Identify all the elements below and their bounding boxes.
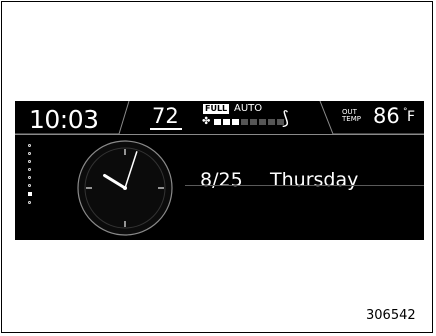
temperature-unit: F xyxy=(407,109,416,125)
page-indicator-dot xyxy=(28,160,31,163)
page-indicator-dot xyxy=(28,184,31,187)
display-screen: 10:03 72 FULL AUTO ✤ ⟆ OUT TEMP 86 ° F 8/… xyxy=(15,101,424,240)
fan-level-segment xyxy=(250,119,257,125)
page-indicator-dot xyxy=(28,192,32,196)
figure-frame: 10:03 72 FULL AUTO ✤ ⟆ OUT TEMP 86 ° F 8/… xyxy=(1,1,433,333)
page-indicator-dot xyxy=(28,176,31,179)
out-temp-label: OUT TEMP xyxy=(342,108,361,123)
fan-level-segment xyxy=(241,119,248,125)
airflow-mode-icon: ⟆ xyxy=(282,108,290,129)
outside-temperature: 86 xyxy=(373,104,400,128)
page-indicator-dot xyxy=(28,201,31,204)
set-temperature-underline xyxy=(150,128,182,130)
page-indicator-dot xyxy=(28,168,31,171)
status-bar: 10:03 72 FULL AUTO ✤ ⟆ OUT TEMP 86 ° F xyxy=(15,101,424,135)
page-indicator-dot xyxy=(28,144,31,147)
date-divider xyxy=(185,185,424,186)
day-text: Thursday xyxy=(270,169,359,191)
fan-level-segment xyxy=(214,119,221,125)
fan-mode-auto: AUTO xyxy=(234,103,263,114)
analog-clock xyxy=(77,140,173,236)
fan-icon: ✤ xyxy=(202,116,211,127)
page-indicator xyxy=(28,144,34,209)
fan-level-segment xyxy=(259,119,266,125)
fan-mode-full: FULL xyxy=(203,104,230,114)
status-bar-underline xyxy=(15,134,424,135)
date-text: 8/25 xyxy=(200,169,243,191)
fan-level-segment xyxy=(223,119,230,125)
fan-level-segment xyxy=(268,119,275,125)
fan-level-segment xyxy=(232,119,239,125)
page-indicator-dot xyxy=(28,152,31,155)
figure-id: 306542 xyxy=(366,308,416,323)
clock-time: 10:03 xyxy=(29,105,99,134)
set-temperature: 72 xyxy=(152,104,179,128)
